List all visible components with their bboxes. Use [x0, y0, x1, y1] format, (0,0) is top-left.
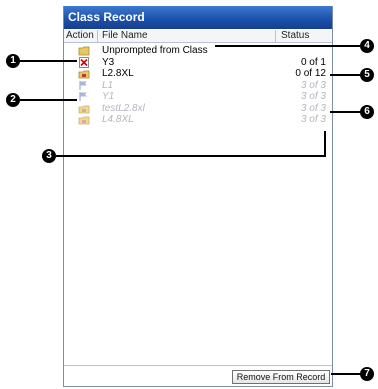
record-icon[interactable] [78, 103, 90, 114]
callout-7: 7 [360, 367, 374, 381]
callout-2: 2 [6, 93, 20, 107]
list-item[interactable]: L4.8XL 3 of 3 [64, 114, 332, 125]
col-file-name[interactable]: File Name [102, 30, 148, 42]
list-item[interactable]: Y1 3 of 3 [64, 91, 332, 102]
list-item[interactable]: L2.8XL 0 of 12 [64, 68, 332, 79]
callout-3: 3 [42, 149, 56, 163]
callout-leader [20, 60, 77, 62]
footer-divider [64, 365, 332, 366]
callout-leader [215, 45, 360, 47]
list-item[interactable]: Y3 0 of 1 [64, 57, 332, 68]
flag-icon[interactable] [78, 91, 90, 102]
column-header: Action File Name Status [64, 30, 332, 43]
column-separator [97, 30, 98, 43]
callout-5: 5 [360, 68, 374, 82]
callout-6: 6 [360, 105, 374, 119]
record-icon[interactable] [78, 68, 90, 79]
callout-leader [324, 131, 326, 157]
column-separator [275, 30, 276, 43]
col-status[interactable]: Status [281, 30, 309, 42]
remove-x-icon[interactable] [78, 57, 90, 68]
callout-leader [20, 99, 77, 101]
callout-leader [330, 74, 360, 76]
folder-icon [78, 45, 90, 56]
callout-leader [330, 111, 360, 113]
class-record-panel: Class Record Action File Name Status Unp… [63, 6, 333, 387]
callout-leader [56, 155, 326, 157]
list-item[interactable]: testL2.8xl 3 of 3 [64, 103, 332, 114]
callout-4: 4 [360, 39, 374, 53]
flag-icon[interactable] [78, 80, 90, 91]
panel-title: Class Record [64, 6, 332, 29]
col-action[interactable]: Action [66, 30, 94, 42]
remove-from-record-button[interactable]: Remove From Record [232, 370, 330, 384]
callout-1: 1 [6, 54, 20, 68]
list-item[interactable]: L1 3 of 3 [64, 80, 332, 91]
record-icon[interactable] [78, 114, 90, 125]
callout-leader [331, 373, 360, 375]
